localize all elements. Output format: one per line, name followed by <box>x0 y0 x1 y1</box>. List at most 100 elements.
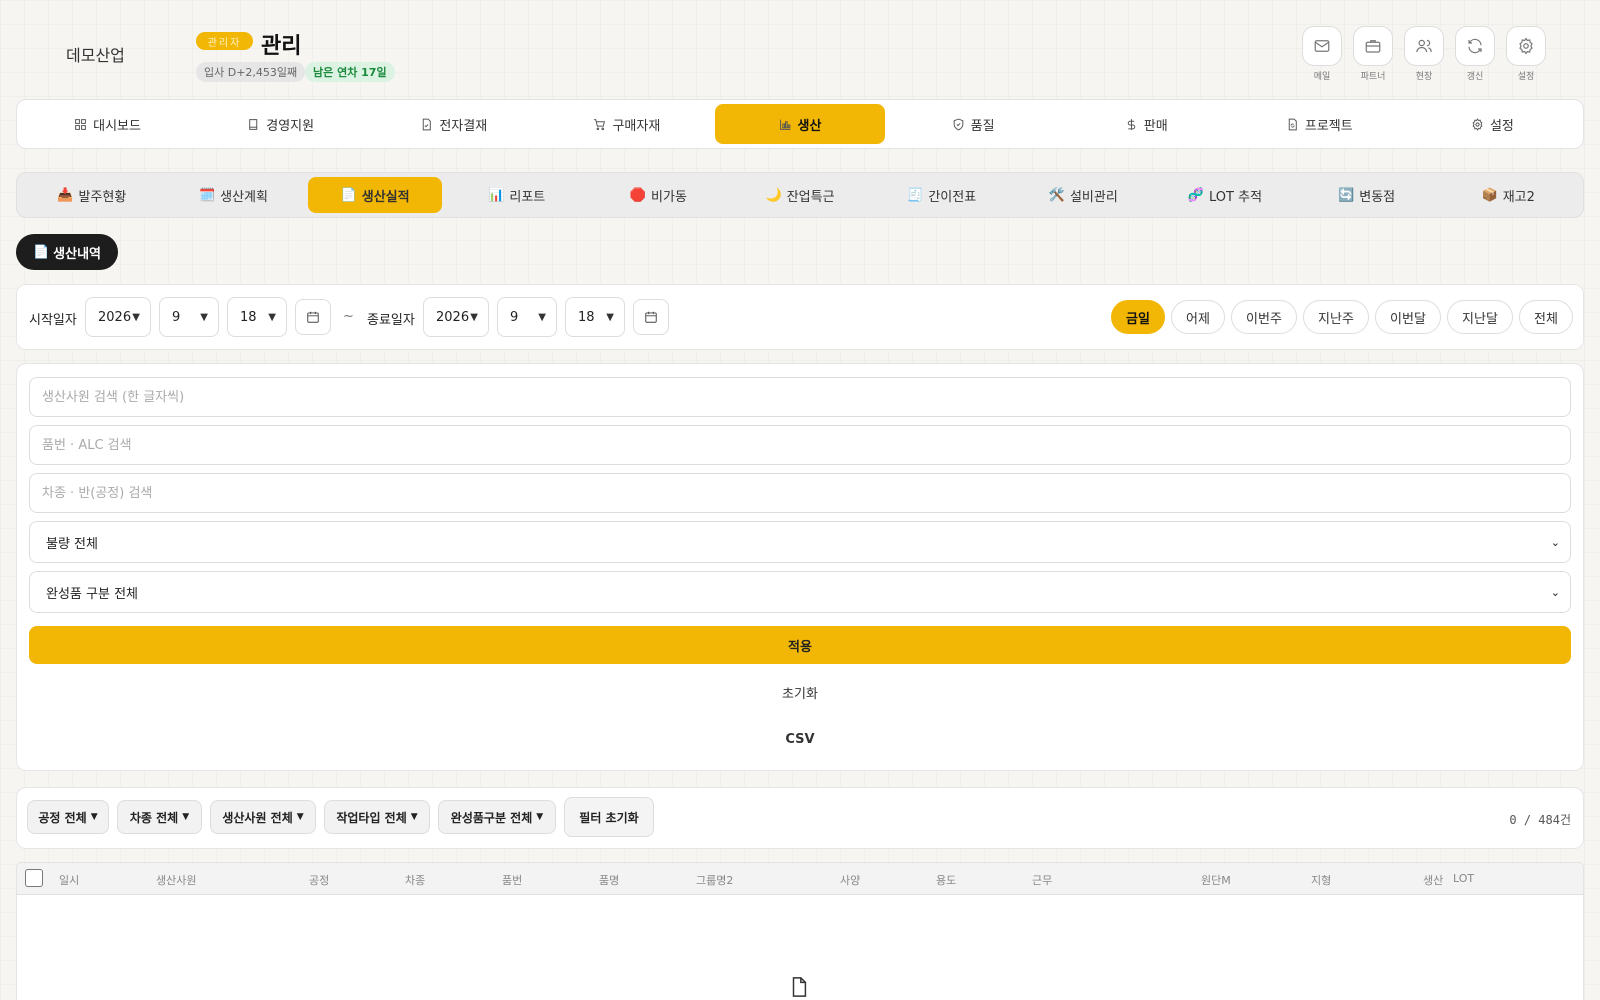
filter-reset-button[interactable]: 필터 초기화 <box>564 797 654 837</box>
calendar-icon <box>307 311 319 323</box>
sub-nav-label: 생산실적 <box>361 189 410 205</box>
col-spec[interactable]: 사양 <box>840 872 860 888</box>
quick-last-week[interactable]: 지난주 <box>1303 300 1369 334</box>
chevron-down-icon: ▼ <box>200 311 208 323</box>
sub-nav-plan[interactable]: 🗓️ 생산계획 <box>167 177 301 213</box>
sub-nav-label: 리포트 <box>509 189 546 205</box>
col-produced[interactable]: 생산 <box>1423 872 1443 888</box>
sub-nav-results[interactable]: 📄 생산실적 <box>308 177 442 213</box>
col-usage[interactable]: 용도 <box>936 872 956 888</box>
main-nav-settings[interactable]: 설정 <box>1408 104 1577 144</box>
start-year-value: 2026 <box>98 309 132 325</box>
sub-nav-lot[interactable]: 🧬 LOT 추적 <box>1158 177 1292 213</box>
main-nav-label: 품질 <box>970 118 995 134</box>
main-nav-label: 프로젝트 <box>1304 118 1353 134</box>
col-process[interactable]: 공정 <box>309 872 329 888</box>
sub-nav-orders[interactable]: 📥 발주현황 <box>25 177 159 213</box>
worktype-filter-chip[interactable]: 작업타입 전체 ▼ <box>324 800 430 834</box>
tools-icon: 🛠️ <box>1048 187 1065 203</box>
finished-select[interactable]: 완성품 구분 전체 ⌄ <box>29 571 1571 613</box>
worker-filter-chip[interactable]: 생산사원 전체 ▼ <box>210 800 316 834</box>
col-vehicle[interactable]: 차종 <box>405 872 425 888</box>
start-day-value: 18 <box>240 309 257 325</box>
section-tab-history[interactable]: 📄 생산내역 <box>16 234 118 270</box>
col-part-no[interactable]: 품번 <box>502 872 522 888</box>
col-group2[interactable]: 그룹명2 <box>696 872 733 888</box>
vehicle-filter-chip[interactable]: 차종 전체 ▼ <box>117 800 202 834</box>
file-refresh-icon <box>1288 118 1297 130</box>
col-fabric[interactable]: 원단M <box>1201 872 1231 888</box>
mail-label: 메일 <box>1313 72 1331 82</box>
calendar-icon <box>645 311 657 323</box>
main-nav-management[interactable]: 경영지원 <box>196 104 365 144</box>
main-nav-label: 판매 <box>1143 118 1168 134</box>
start-year-select[interactable]: 2026 ▼ <box>85 297 151 337</box>
start-calendar-button[interactable] <box>295 299 331 335</box>
mail-button[interactable] <box>1302 26 1342 66</box>
main-nav-approval[interactable]: 전자결재 <box>369 104 538 144</box>
file-check-icon <box>423 118 432 130</box>
document-icon: 📄 <box>340 187 357 203</box>
quick-today[interactable]: 금일 <box>1111 300 1165 334</box>
select-all-checkbox[interactable] <box>25 869 43 887</box>
part-search-input[interactable] <box>29 425 1571 465</box>
sub-nav-report[interactable]: 📊 리포트 <box>450 177 584 213</box>
refresh-button[interactable] <box>1455 26 1495 66</box>
table-header: 일시 생산사원 공정 차종 품번 품명 그룹명2 사양 용도 근무 원단M 지형… <box>17 863 1583 895</box>
main-nav-label: 생산 <box>797 118 822 134</box>
start-month-select[interactable]: 9 ▼ <box>159 297 219 337</box>
company-name: 데모산업 <box>66 46 125 65</box>
gear-icon <box>1472 117 1483 131</box>
end-year-select[interactable]: 2026 ▼ <box>423 297 489 337</box>
sub-nav-inventory[interactable]: 📦 재고2 <box>1441 177 1575 213</box>
partner-button[interactable] <box>1353 26 1393 66</box>
quick-all[interactable]: 전체 <box>1519 300 1573 334</box>
col-worker[interactable]: 생산사원 <box>156 872 196 888</box>
csv-button[interactable]: CSV <box>29 724 1571 754</box>
chevron-down-icon: ▼ <box>90 812 98 822</box>
worker-search-input[interactable] <box>29 377 1571 417</box>
col-part-name[interactable]: 품명 <box>599 872 619 888</box>
date-filter-card: 시작일자 2026 ▼ 9 ▼ 18 ▼ ~ 종료일자 2026 ▼ 9 ▼ 18 ▼ 금일… <box>16 284 1584 350</box>
col-datetime[interactable]: 일시 <box>59 872 79 888</box>
main-nav-sales[interactable]: 판매 <box>1062 104 1231 144</box>
end-calendar-button[interactable] <box>633 299 669 335</box>
page-title: 관리 <box>261 34 302 59</box>
col-terrain[interactable]: 지형 <box>1311 872 1331 888</box>
col-lot[interactable]: LOT <box>1453 872 1474 885</box>
sub-nav-overtime[interactable]: 🌙 잔업특근 <box>733 177 867 213</box>
end-month-select[interactable]: 9 ▼ <box>497 297 557 337</box>
main-nav-dashboard[interactable]: 대시보드 <box>23 104 192 144</box>
reset-button[interactable]: 초기화 <box>29 677 1571 707</box>
chip-label: 작업타입 전체 <box>336 810 407 825</box>
sub-nav-label: 변동점 <box>1359 189 1396 205</box>
start-date-label: 시작일자 <box>29 313 77 328</box>
chip-label: 완성품구분 전체 <box>450 810 533 825</box>
end-day-select[interactable]: 18 ▼ <box>565 297 625 337</box>
quick-this-month[interactable]: 이번달 <box>1375 300 1441 334</box>
sub-nav-changes[interactable]: 🔄 변동점 <box>1300 177 1434 213</box>
sub-nav-downtime[interactable]: 🛑 비가동 <box>592 177 726 213</box>
moon-icon: 🌙 <box>765 187 782 203</box>
start-day-select[interactable]: 18 ▼ <box>227 297 287 337</box>
settings-button[interactable] <box>1506 26 1546 66</box>
sub-nav-voucher[interactable]: 🧾 간이전표 <box>875 177 1009 213</box>
apply-button[interactable]: 적용 <box>29 626 1571 664</box>
process-filter-chip[interactable]: 공정 전체 ▼ <box>27 800 109 834</box>
end-year-value: 2026 <box>436 309 470 325</box>
chevron-down-icon: ▼ <box>132 311 140 323</box>
sub-nav-equipment[interactable]: 🛠️ 설비관리 <box>1016 177 1150 213</box>
main-nav-project[interactable]: 프로젝트 <box>1235 104 1404 144</box>
site-button[interactable] <box>1404 26 1444 66</box>
col-shift[interactable]: 근무 <box>1032 872 1052 888</box>
quick-this-week[interactable]: 이번주 <box>1231 300 1297 334</box>
main-nav-quality[interactable]: 품질 <box>889 104 1058 144</box>
main-nav-production[interactable]: 생산 <box>715 104 885 144</box>
main-nav-purchase[interactable]: 구매자재 <box>542 104 711 144</box>
defect-select[interactable]: 불량 전체 ⌄ <box>29 521 1571 563</box>
finished-filter-chip[interactable]: 완성품구분 전체 ▼ <box>438 800 556 834</box>
quick-last-month[interactable]: 지난달 <box>1447 300 1513 334</box>
quick-yesterday[interactable]: 어제 <box>1171 300 1225 334</box>
line-search-input[interactable] <box>29 473 1571 513</box>
chevron-down-icon: ▼ <box>182 812 190 822</box>
